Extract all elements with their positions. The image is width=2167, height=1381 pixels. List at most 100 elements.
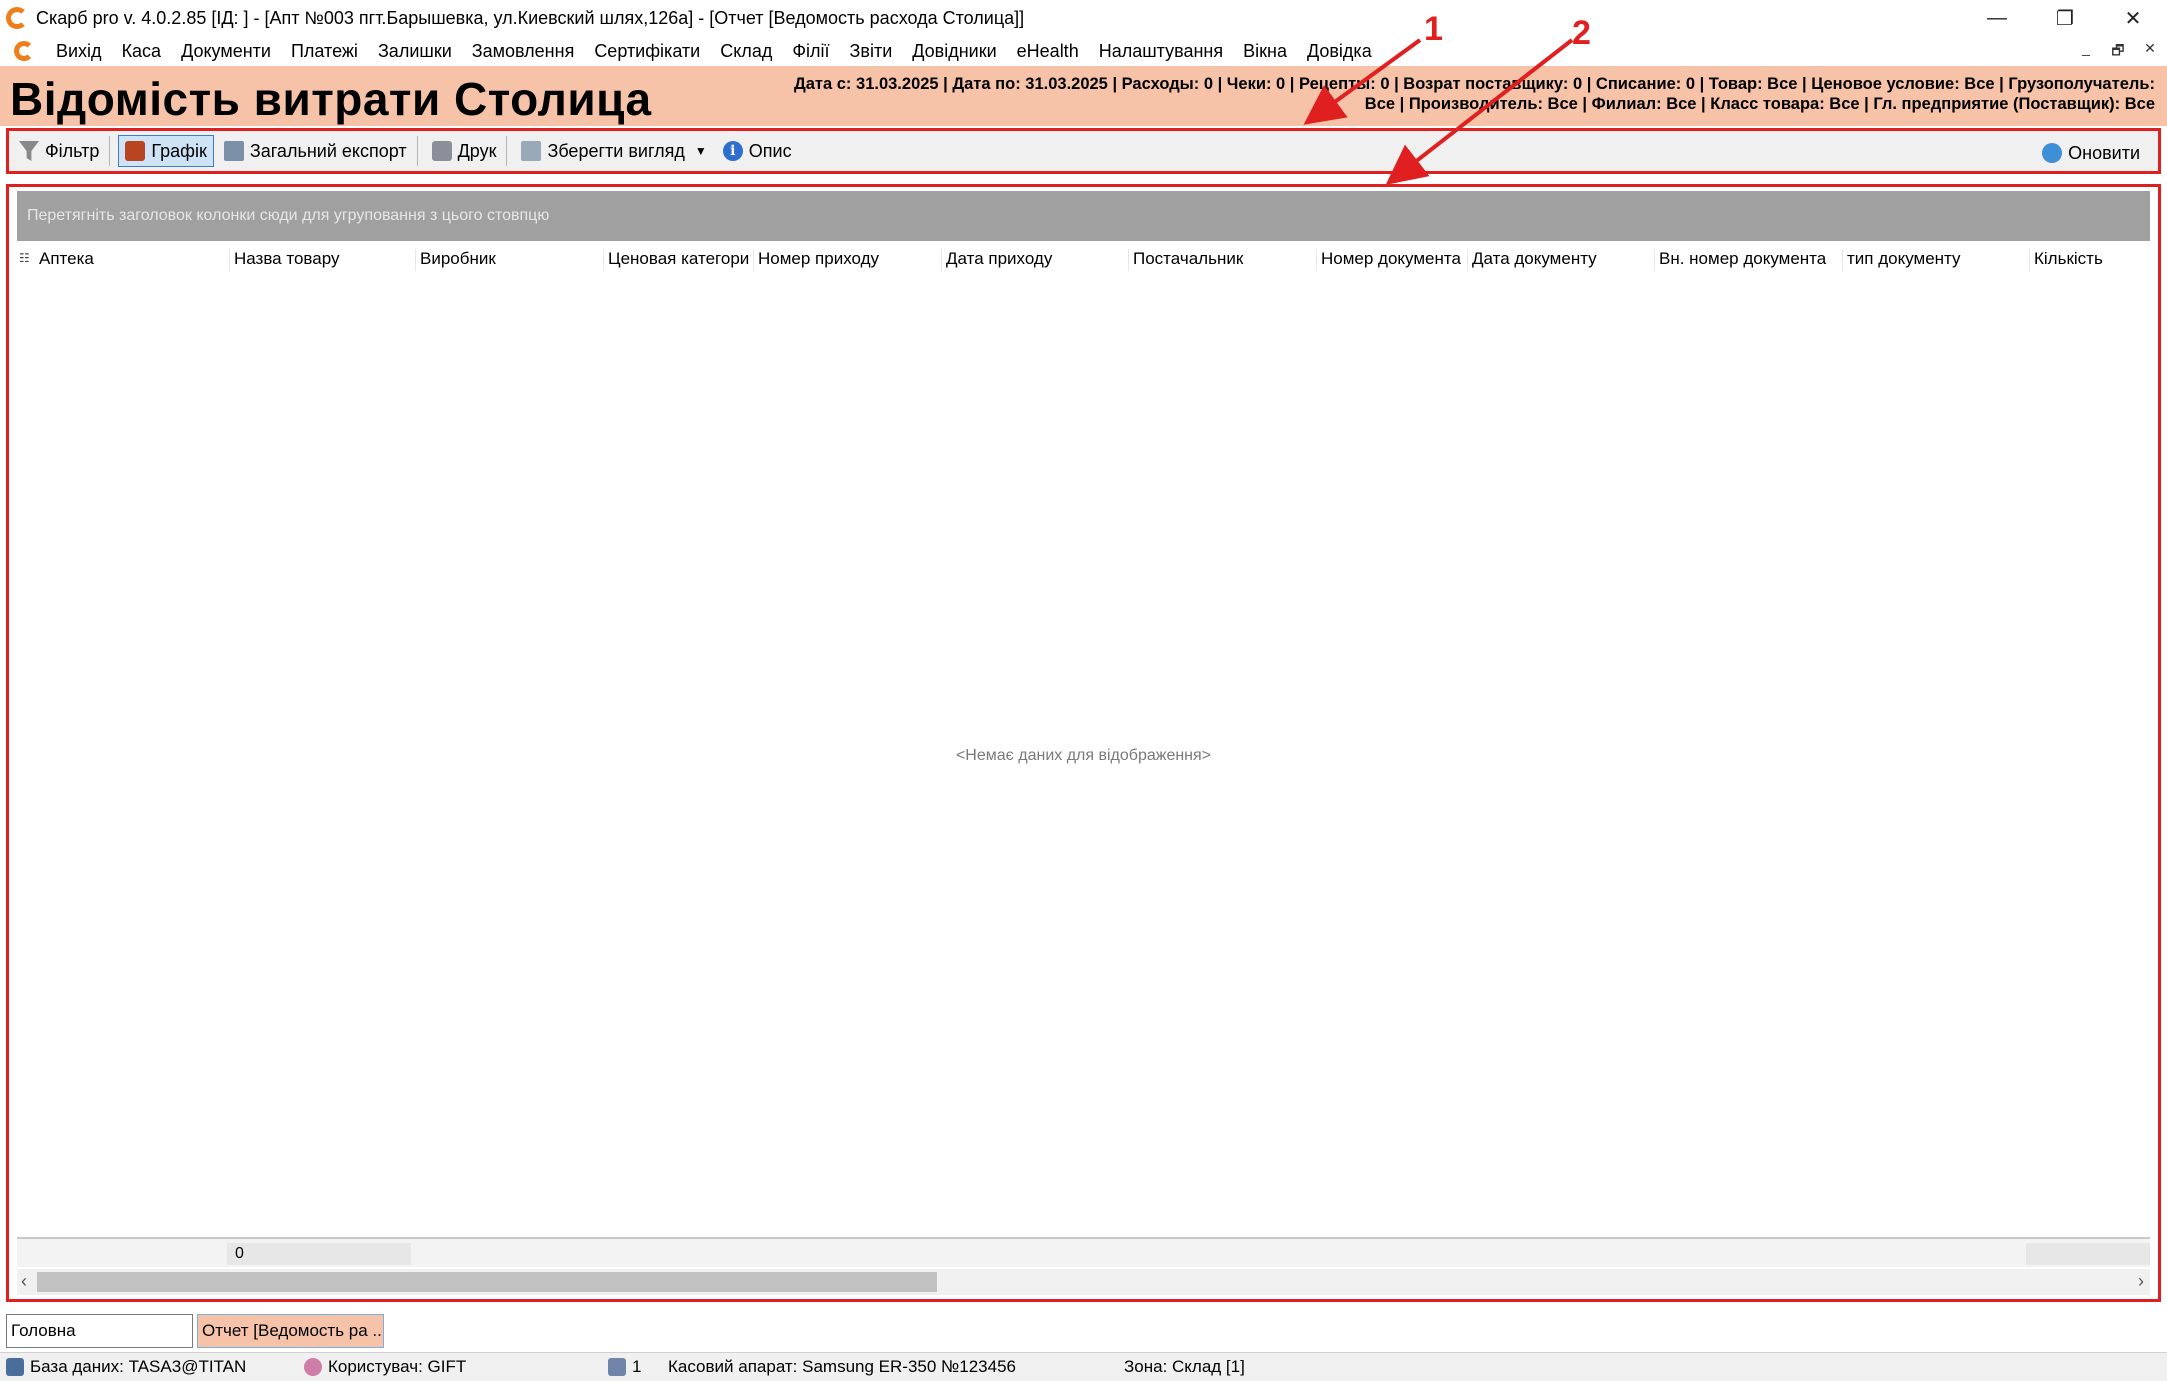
- column-header-row: ☷ Аптека Назва товару Виробник Ценовая к…: [17, 243, 2150, 273]
- report-toolbar: Фільтр Графік Загальний експорт Друк Збе…: [6, 128, 2161, 174]
- column-header-receipt-date[interactable]: Дата приходу: [941, 249, 1052, 271]
- menu-item-windows[interactable]: Вікна: [1233, 41, 1297, 62]
- print-button[interactable]: Друк: [426, 135, 503, 167]
- column-header-internal-doc-number[interactable]: Вн. номер документа: [1654, 249, 1826, 271]
- export-button[interactable]: Загальний експорт: [218, 135, 413, 167]
- menu-item-warehouse[interactable]: Склад: [710, 41, 782, 62]
- params-line-2: Все | Производитель: Все | Филиал: Все |…: [1364, 95, 2155, 113]
- report-header: Відомість витрати Столица Дата с: 31.03.…: [0, 66, 2167, 126]
- menu-item-help[interactable]: Довідка: [1297, 41, 1382, 62]
- menu-item-cash[interactable]: Каса: [112, 41, 172, 62]
- report-parameters: Дата с: 31.03.2025 | Дата по: 31.03.2025…: [705, 74, 2155, 114]
- chart-icon: [125, 141, 146, 161]
- toolbar-separator: [506, 136, 508, 166]
- info-button[interactable]: i Опис: [717, 135, 798, 167]
- report-title: Відомість витрати Столица: [10, 73, 652, 125]
- toolbar-separator: [109, 136, 111, 166]
- mdi-controls: _ 🗗 ✕: [2075, 40, 2161, 64]
- menu-item-branches[interactable]: Філії: [782, 41, 839, 62]
- params-line-1: Дата с: 31.03.2025 | Дата по: 31.03.2025…: [793, 75, 2155, 93]
- chevron-down-icon[interactable]: ▼: [695, 144, 707, 158]
- column-header-document-type[interactable]: тип документу: [1842, 249, 1961, 271]
- title-bar: Скарб pro v. 4.0.2.85 [ІД: ] - [Апт №003…: [0, 0, 2167, 36]
- menu-app-icon[interactable]: [14, 41, 34, 61]
- filter-label: Фільтр: [45, 140, 100, 161]
- status-user-text: Користувач: GIFT: [328, 1357, 467, 1376]
- filter-button[interactable]: Фільтр: [13, 135, 105, 167]
- status-count: 1: [608, 1357, 641, 1377]
- status-database-text: База даних: TASA3@TITAN: [30, 1357, 247, 1376]
- status-register: Касовий апарат: Samsung ER-350 №123456: [668, 1357, 1017, 1376]
- column-header-price-category[interactable]: Ценовая категори: [603, 249, 749, 271]
- menu-item-documents[interactable]: Документи: [171, 41, 281, 62]
- save-view-icon: [521, 141, 542, 161]
- window-title: Скарб pro v. 4.0.2.85 [ІД: ] - [Апт №003…: [36, 7, 1025, 28]
- status-database: База даних: TASA3@TITAN: [6, 1357, 246, 1377]
- status-user: Користувач: GIFT: [304, 1357, 466, 1377]
- toolbar-separator: [416, 136, 418, 166]
- annotation-number-1: 1: [1424, 10, 1443, 48]
- app-logo-icon: [6, 7, 28, 29]
- network-icon: [608, 1358, 626, 1376]
- window-tabs: Головна Отчет [Ведомость ра ...: [6, 1314, 388, 1348]
- column-chooser-icon[interactable]: ☷: [19, 251, 30, 265]
- column-header-document-number[interactable]: Номер документа: [1316, 249, 1461, 271]
- close-button[interactable]: ✕: [2099, 0, 2167, 36]
- chart-label: Графік: [151, 140, 207, 161]
- grid-footer: 0: [17, 1237, 2150, 1267]
- menu-item-certificates[interactable]: Сертифікати: [584, 41, 710, 62]
- menu-item-orders[interactable]: Замовлення: [462, 41, 585, 62]
- print-icon: [431, 141, 452, 161]
- menu-item-directories[interactable]: Довідники: [902, 41, 1006, 62]
- save-view-label: Зберегти вигляд: [547, 140, 685, 161]
- column-header-manufacturer[interactable]: Виробник: [415, 249, 496, 271]
- export-icon: [223, 141, 244, 161]
- annotation-number-2: 2: [1572, 14, 1591, 52]
- column-header-product-name[interactable]: Назва товару: [229, 249, 339, 271]
- column-header-supplier[interactable]: Постачальник: [1128, 249, 1243, 271]
- menu-item-payments[interactable]: Платежі: [281, 41, 368, 62]
- export-label: Загальний експорт: [249, 140, 407, 161]
- scrollbar-thumb[interactable]: [37, 1272, 937, 1292]
- info-icon: i: [722, 141, 743, 161]
- group-by-panel[interactable]: Перетягніть заголовок колонки сюди для у…: [17, 191, 2150, 241]
- filter-icon: [19, 141, 39, 161]
- tab-report[interactable]: Отчет [Ведомость ра ...: [197, 1314, 384, 1348]
- info-label: Опис: [748, 140, 792, 161]
- mdi-close-button[interactable]: ✕: [2139, 40, 2161, 64]
- empty-grid-message: <Немає даних для відображення>: [955, 747, 1212, 764]
- refresh-icon: [2042, 143, 2063, 163]
- data-grid: Перетягніть заголовок колонки сюди для у…: [6, 184, 2161, 1302]
- column-header-pharmacy[interactable]: Аптека: [35, 249, 94, 271]
- menu-item-settings[interactable]: Налаштування: [1089, 41, 1233, 62]
- column-header-quantity[interactable]: Кількість: [2029, 249, 2103, 271]
- restore-button[interactable]: ❐: [2031, 0, 2099, 36]
- scroll-left-icon[interactable]: ‹: [21, 1271, 27, 1292]
- tab-home[interactable]: Головна: [6, 1314, 193, 1348]
- menu-item-exit[interactable]: Вихід: [46, 41, 112, 62]
- status-count-text: 1: [632, 1357, 642, 1376]
- horizontal-scrollbar[interactable]: ‹ ›: [17, 1269, 2150, 1295]
- print-label: Друк: [457, 140, 497, 161]
- menu-item-stock[interactable]: Залишки: [368, 41, 462, 62]
- footer-count: 0: [227, 1243, 411, 1265]
- refresh-button[interactable]: Оновити: [2036, 137, 2146, 169]
- status-zone: Зона: Склад [1]: [1124, 1357, 1245, 1376]
- menu-bar: Вихід Каса Документи Платежі Залишки Зам…: [0, 36, 2167, 66]
- save-view-button[interactable]: Зберегти вигляд ▼: [515, 135, 712, 167]
- minimize-button[interactable]: —: [1963, 0, 2031, 36]
- chart-button[interactable]: Графік: [118, 135, 214, 167]
- menu-item-reports[interactable]: Звіти: [840, 41, 903, 62]
- database-icon: [6, 1358, 24, 1376]
- scroll-right-icon[interactable]: ›: [2138, 1271, 2144, 1292]
- mdi-restore-button[interactable]: 🗗: [2107, 40, 2129, 64]
- menu-item-ehealth[interactable]: eHealth: [1007, 41, 1089, 62]
- refresh-label: Оновити: [2068, 142, 2140, 163]
- column-header-receipt-number[interactable]: Номер приходу: [753, 249, 879, 271]
- window-controls: — ❐ ✕: [1963, 0, 2167, 36]
- status-bar: База даних: TASA3@TITAN Користувач: GIFT…: [0, 1352, 2167, 1381]
- column-header-document-date[interactable]: Дата документу: [1467, 249, 1597, 271]
- mdi-minimize-button[interactable]: _: [2075, 40, 2097, 64]
- footer-cell: [2026, 1243, 2150, 1265]
- user-icon: [304, 1358, 322, 1376]
